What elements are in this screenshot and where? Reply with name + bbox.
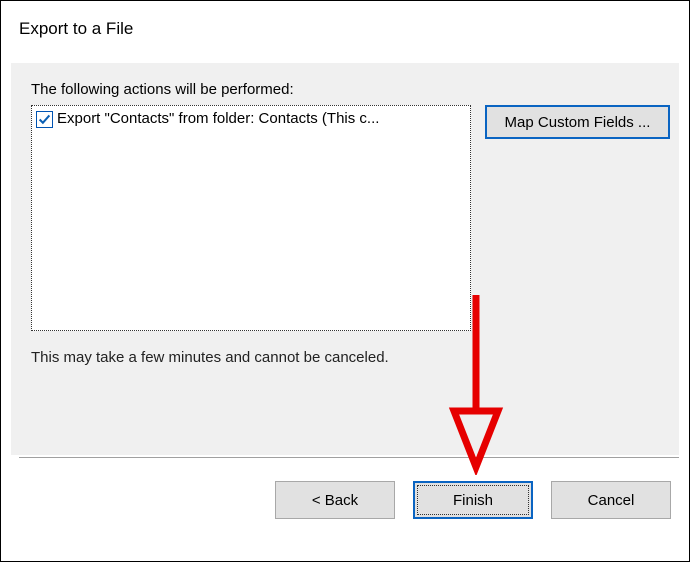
checkbox-checked-icon[interactable]	[36, 111, 53, 128]
actions-list[interactable]: Export "Contacts" from folder: Contacts …	[31, 105, 471, 331]
cancel-button[interactable]: Cancel	[551, 481, 671, 519]
separator	[19, 457, 679, 458]
back-button[interactable]: < Back	[275, 481, 395, 519]
action-item[interactable]: Export "Contacts" from folder: Contacts …	[36, 108, 466, 130]
actions-prompt-label: The following actions will be performed:	[31, 81, 294, 98]
warning-text: This may take a few minutes and cannot b…	[31, 349, 389, 366]
action-item-label: Export "Contacts" from folder: Contacts …	[57, 108, 379, 130]
map-custom-fields-button[interactable]: Map Custom Fields ...	[485, 105, 670, 139]
wizard-content-panel: The following actions will be performed:…	[11, 63, 679, 455]
finish-button[interactable]: Finish	[413, 481, 533, 519]
wizard-button-row: < Back Finish Cancel	[1, 481, 679, 519]
window-title: Export to a File	[19, 19, 133, 39]
export-wizard-window: Export to a File The following actions w…	[0, 0, 690, 562]
